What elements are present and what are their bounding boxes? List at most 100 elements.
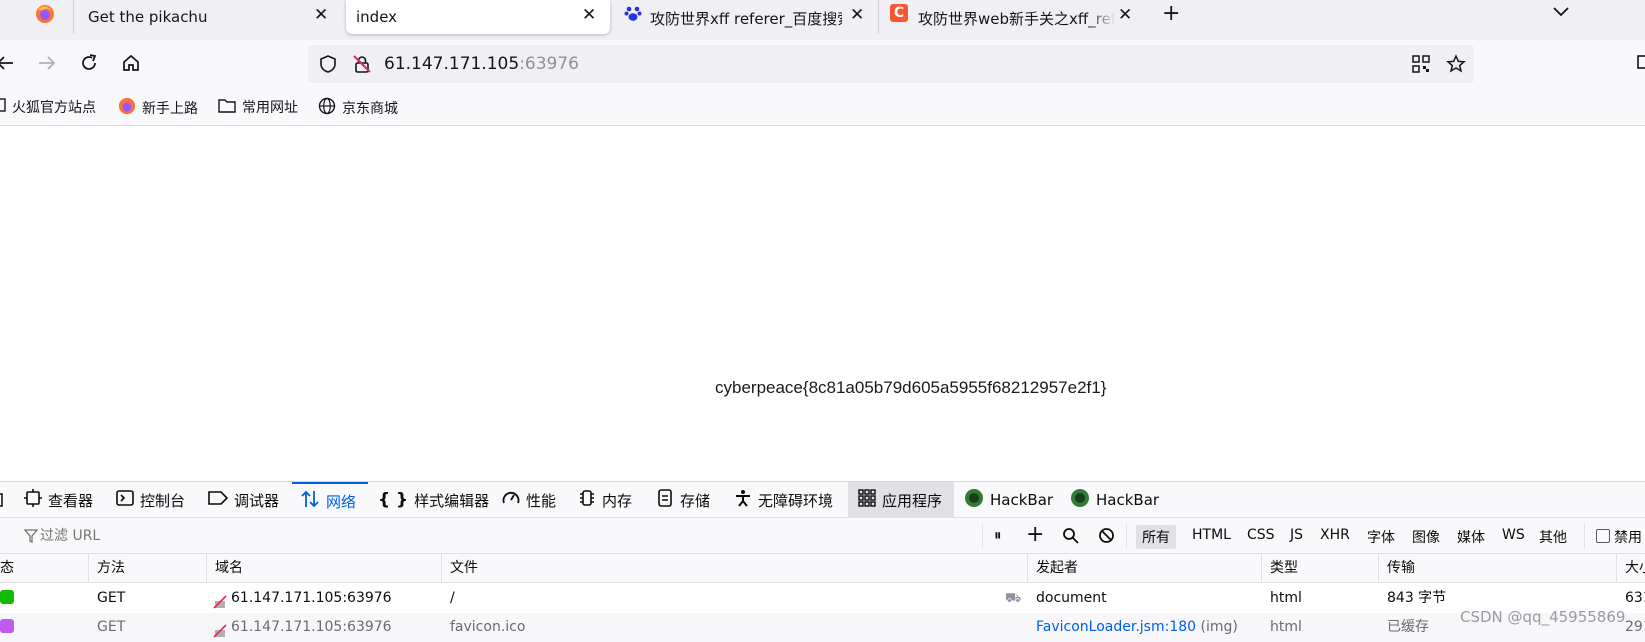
plus-icon[interactable]: + <box>1026 522 1044 547</box>
row-initiator: document <box>1036 590 1107 606</box>
filter-xhr[interactable]: XHR <box>1320 527 1350 543</box>
insecure-icon <box>213 591 227 609</box>
tab-accessibility[interactable]: 无障碍环境 <box>734 482 833 518</box>
col-file[interactable]: 文件 <box>442 554 1028 583</box>
col-status[interactable]: 态 <box>0 554 89 583</box>
insecure-lock-icon[interactable] <box>352 54 372 78</box>
close-icon[interactable]: ✕ <box>314 5 328 25</box>
chevron-down-icon[interactable] <box>1552 4 1570 23</box>
bookmark-label: 新手上路 <box>142 101 198 117</box>
close-icon[interactable]: ✕ <box>582 5 596 25</box>
bookmarks-toolbar: 火狐官方站点 新手上路 常用网址 京东商城 <box>0 84 1645 126</box>
reload-icon[interactable] <box>76 50 102 76</box>
storage-icon <box>656 489 674 511</box>
new-tab-icon[interactable]: + <box>1162 1 1180 26</box>
col-method[interactable]: 方法 <box>89 554 207 583</box>
forward-icon[interactable] <box>34 50 60 76</box>
url-port: :63976 <box>519 54 579 74</box>
tab-label: 存储 <box>680 491 711 510</box>
row-file: / <box>450 590 455 606</box>
block-icon[interactable] <box>1098 527 1115 548</box>
tab-debugger[interactable]: 调试器 <box>208 482 279 518</box>
col-size[interactable]: 大小 <box>1617 554 1645 583</box>
tab-label: 网络 <box>326 492 357 511</box>
status-badge <box>0 584 89 613</box>
tab-performance[interactable]: 性能 <box>502 482 556 518</box>
page-content: cyberpeace{8c81a05b79d605a5955f68212957e… <box>0 126 1645 480</box>
tab-strip: Get the pikachu ✕ index ✕ 攻防世界xff refere… <box>0 0 1645 40</box>
tab-storage[interactable]: 存储 <box>656 482 710 518</box>
filter-ws[interactable]: WS <box>1502 527 1525 543</box>
bookmark-jd[interactable]: 京东商城 <box>318 97 398 119</box>
hackbar-icon <box>1070 488 1090 512</box>
tab-label: HackBar <box>990 491 1054 509</box>
shield-icon[interactable] <box>318 54 338 78</box>
tab-label: 无障碍环境 <box>758 491 834 510</box>
tab-console[interactable]: 控制台 <box>116 482 185 518</box>
tab-network[interactable]: 网络 <box>292 482 368 518</box>
home-icon[interactable] <box>118 50 144 76</box>
filter-images[interactable]: 图像 <box>1412 527 1440 547</box>
row-type: html <box>1270 590 1302 606</box>
disable-cache-checkbox[interactable] <box>1596 529 1610 543</box>
filter-js[interactable]: JS <box>1290 527 1303 543</box>
bookmark-label: 常用网址 <box>242 100 298 116</box>
search-icon[interactable] <box>1062 527 1080 549</box>
firefox-icon <box>35 4 55 28</box>
extension-icon[interactable] <box>1636 53 1645 75</box>
qr-code-icon[interactable] <box>1412 55 1430 77</box>
tab-index[interactable]: index ✕ <box>346 0 610 34</box>
filter-url-input[interactable] <box>40 525 980 547</box>
table-row[interactable]: GET 61.147.171.105:63976 / ⛟ document ht… <box>0 584 1645 613</box>
bookmark-getting-started[interactable]: 新手上路 <box>118 97 198 119</box>
flag-text: cyberpeace{8c81a05b79d605a5955f68212957e… <box>715 378 1107 397</box>
col-initiator[interactable]: 发起者 <box>1028 554 1262 583</box>
tab-get-pikachu[interactable]: Get the pikachu ✕ <box>74 0 342 34</box>
nav-bar: 61.147.171.105:63976 <box>0 40 1645 84</box>
bookmark-icon <box>0 98 6 116</box>
filter-other[interactable]: 其他 <box>1539 527 1567 547</box>
csdn-icon: C <box>890 4 908 22</box>
col-transferred[interactable]: 传输 <box>1379 554 1617 583</box>
bookmark-folder-common[interactable]: 常用网址 <box>218 97 298 117</box>
back-icon[interactable] <box>0 50 18 76</box>
row-method: GET <box>97 590 126 606</box>
col-domain[interactable]: 域名 <box>207 554 442 583</box>
gauge-icon <box>502 489 520 511</box>
tab-title: index <box>356 8 398 26</box>
pick-element-icon[interactable] <box>0 492 6 512</box>
network-toolbar: ⏸ + 所有 HTML CSS JS XHR 字体 图像 媒体 WS 其他 禁用 <box>0 518 1645 554</box>
tab-firefox[interactable] <box>0 0 72 34</box>
tab-title: 攻防世界web新手关之xff_refer <box>918 10 1116 28</box>
bookmark-firefox-official[interactable]: 火狐官方站点 <box>0 97 96 117</box>
filter-html[interactable]: HTML <box>1192 527 1231 543</box>
close-icon[interactable]: ✕ <box>850 5 864 25</box>
folder-icon <box>218 97 236 117</box>
row-domain-text: 61.147.171.105:63976 <box>231 619 392 635</box>
close-icon[interactable]: ✕ <box>1118 5 1132 25</box>
pause-icon[interactable]: ⏸ <box>994 526 1002 544</box>
tab-style-editor[interactable]: { } 样式编辑器 <box>378 482 489 518</box>
tab-csdn[interactable]: C 攻防世界web新手关之xff_refer ✕ <box>880 0 1140 34</box>
baidu-icon <box>624 4 642 22</box>
url-bar[interactable]: 61.147.171.105:63976 <box>308 45 1474 83</box>
url-text[interactable]: 61.147.171.105:63976 <box>384 54 579 74</box>
filter-media[interactable]: 媒体 <box>1457 527 1485 547</box>
tab-label: 性能 <box>526 491 557 510</box>
col-type[interactable]: 类型 <box>1262 554 1379 583</box>
tab-memory[interactable]: 内存 <box>578 482 632 518</box>
filter-fonts[interactable]: 字体 <box>1367 527 1395 547</box>
tab-application[interactable]: 应用程序 <box>848 482 954 518</box>
star-icon[interactable] <box>1446 54 1466 78</box>
braces-icon: { } <box>378 490 409 510</box>
initiator-link[interactable]: FaviconLoader.jsm:180 <box>1036 619 1196 635</box>
tab-label: 样式编辑器 <box>414 491 490 510</box>
tab-label: 控制台 <box>140 491 186 510</box>
filter-all[interactable]: 所有 <box>1136 525 1176 549</box>
tab-hackbar-2[interactable]: HackBar <box>1070 482 1159 518</box>
tab-inspector[interactable]: 查看器 <box>24 482 93 518</box>
tab-baidu-search[interactable]: 攻防世界xff referer_百度搜索 ✕ <box>614 0 876 34</box>
filter-css[interactable]: CSS <box>1247 527 1275 543</box>
inspector-icon <box>24 489 42 511</box>
tab-hackbar-1[interactable]: HackBar <box>964 482 1053 518</box>
